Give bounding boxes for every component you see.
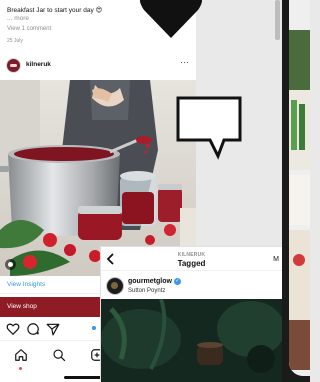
caption-text: Breakfast Jar to start your day 😍 [7, 7, 103, 14]
comment-icon[interactable] [26, 322, 40, 336]
home-icon[interactable] [14, 348, 28, 362]
post-date: 25 July [7, 38, 23, 44]
scrollbar[interactable] [275, 0, 280, 40]
truncated-edge-text: M [273, 256, 279, 263]
avatar[interactable] [6, 58, 21, 73]
activity-dot [19, 367, 22, 370]
tagged-post-location[interactable]: Sutton Poyntz [128, 288, 165, 294]
heart-icon[interactable] [6, 322, 20, 336]
tagged-title: Tagged [177, 259, 206, 268]
tagged-people-icon[interactable] [5, 259, 16, 270]
carousel-indicator [92, 326, 96, 330]
right-phone-screen [289, 0, 310, 376]
view-comments-link[interactable]: View 1 comment [7, 26, 51, 32]
right-phone-content [289, 0, 310, 376]
screenshot-collage: Breakfast Jar to start your day 😍 ... mo… [0, 0, 310, 382]
tagged-post-username[interactable]: gourmetglow ✓ [128, 278, 181, 285]
avatar[interactable] [106, 277, 124, 295]
tagged-post-photo[interactable] [101, 299, 282, 382]
tagged-header: KILNERUK Tagged M [101, 247, 282, 271]
post-header: kilneruk ··· [0, 55, 196, 77]
verified-icon: ✓ [173, 278, 181, 285]
share-icon[interactable] [46, 322, 60, 336]
heart-shape-icon [140, 0, 202, 38]
search-icon[interactable] [52, 348, 66, 362]
tagged-account-name: KILNERUK [177, 252, 206, 258]
caption-more-link[interactable]: ... more [7, 15, 29, 22]
view-shop-label: View shop [7, 303, 37, 310]
tagged-screen: KILNERUK Tagged M gourmetglow ✓ Sutton Po… [101, 247, 282, 382]
dark-food-photo [101, 299, 282, 382]
more-options-icon[interactable]: ··· [180, 57, 189, 67]
tagged-username-text: gourmetglow [128, 278, 172, 285]
view-insights-label: View Insights [7, 281, 46, 288]
post-username[interactable]: kilneruk [26, 61, 51, 68]
comment-bubble-icon [176, 96, 242, 160]
